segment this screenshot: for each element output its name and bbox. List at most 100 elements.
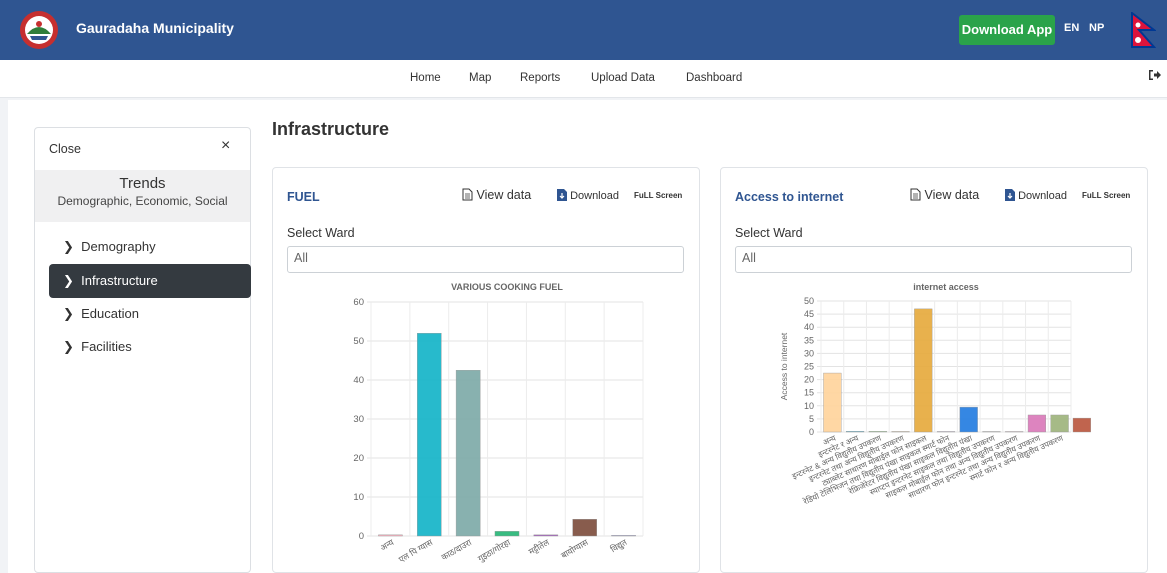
bar (494, 531, 520, 537)
download-button[interactable]: Download (1005, 189, 1067, 202)
download-label: Download (570, 190, 619, 202)
y-tick-label: 30 (804, 348, 814, 358)
select-ward-input[interactable]: All (287, 246, 684, 273)
bar (823, 372, 842, 433)
x-tick-label: विद्युत (609, 537, 629, 555)
sidebar-item-demography[interactable]: ❯ Demography (49, 230, 251, 264)
document-icon (910, 188, 921, 201)
sidebar-item-education[interactable]: ❯ Education (49, 297, 251, 331)
y-tick-label: 25 (804, 362, 814, 372)
sidebar-close-label[interactable]: Close (49, 142, 81, 156)
y-tick-label: 30 (353, 414, 364, 425)
nepal-flag-icon (1131, 12, 1156, 48)
chevron-right-icon: ❯ (63, 273, 74, 288)
bar (959, 406, 978, 433)
select-ward-input[interactable]: All (735, 246, 1132, 273)
sidebar-item-facilities[interactable]: ❯ Facilities (49, 330, 251, 364)
lang-np-button[interactable]: NP (1089, 22, 1104, 34)
logout-icon[interactable] (1148, 68, 1162, 82)
bar (1005, 431, 1024, 433)
full-screen-button[interactable]: FuLL Screen (634, 191, 682, 200)
chevron-right-icon: ❯ (63, 339, 74, 354)
municipality-logo-icon (20, 11, 58, 49)
y-tick-label: 40 (353, 375, 364, 386)
main-nav: Home Map Reports Upload Data Dashboard (0, 60, 1167, 98)
bar (846, 431, 865, 433)
download-app-button[interactable]: Download App (959, 15, 1055, 45)
card-title: Access to internet (735, 190, 844, 204)
file-download-icon (557, 189, 567, 201)
select-ward-label: Select Ward (287, 226, 355, 240)
chevron-right-icon: ❯ (63, 239, 74, 254)
bar (1027, 414, 1046, 433)
bar (982, 431, 1001, 433)
full-screen-button[interactable]: FuLL Screen (1082, 191, 1130, 200)
bar (378, 534, 403, 537)
sidebar-header: Trends Demographic, Economic, Social (35, 170, 250, 222)
x-tick-label: एल पि ग्यास (397, 537, 435, 565)
app-title: Gauradaha Municipality (76, 20, 234, 36)
view-data-button[interactable]: View data (462, 188, 531, 202)
y-tick-label: 60 (353, 297, 364, 308)
x-tick-label: काठ/दाउरा (439, 537, 473, 563)
bar (455, 370, 481, 537)
sidebar-item-label: Infrastructure (81, 273, 158, 288)
chevron-right-icon: ❯ (63, 306, 74, 321)
sidebar-item-label: Education (81, 306, 139, 321)
fuel-chart: VARIOUS COOKING FUEL 0 10 20 30 40 50 60 अन्य एल … (353, 282, 644, 565)
bar (572, 519, 597, 537)
view-data-button[interactable]: View data (910, 188, 979, 202)
bar (891, 431, 910, 433)
bar (417, 333, 442, 537)
bar (611, 535, 636, 537)
x-tick-label: गुइठा/गोरहा (476, 537, 513, 565)
y-tick-label: 0 (359, 531, 364, 542)
y-tick-label: 5 (809, 414, 814, 424)
y-tick-label: 45 (804, 309, 814, 319)
nav-home[interactable]: Home (410, 72, 441, 84)
card-title: FUEL (287, 190, 320, 204)
y-tick-label: 15 (804, 388, 814, 398)
x-tick-label: मट्टीतेल (527, 537, 551, 557)
fuel-card: FUEL View data Download FuLL Screen Sele… (272, 167, 700, 573)
sidebar-item-label: Demography (81, 239, 156, 254)
chart-title: VARIOUS COOKING FUEL (451, 282, 563, 292)
chart-title: internet access (913, 282, 979, 292)
x-tick-label: अन्य (378, 537, 396, 553)
nav-dashboard[interactable]: Dashboard (686, 72, 742, 84)
nav-reports[interactable]: Reports (520, 72, 560, 84)
bar (533, 534, 559, 537)
view-data-label: View data (924, 188, 980, 202)
sidebar-subtitle: Demographic, Economic, Social (57, 194, 228, 208)
internet-chart: internet access Access to internet 0 5 10 15 2… (779, 282, 1091, 508)
nav-upload-data[interactable]: Upload Data (591, 72, 655, 84)
y-tick-label: 0 (809, 427, 814, 437)
internet-card: Access to internet View data Download Fu… (720, 167, 1148, 573)
y-axis-label: Access to internet (779, 332, 789, 400)
close-icon[interactable]: × (221, 137, 230, 155)
y-tick-label: 10 (353, 492, 364, 503)
sidebar-item-label: Facilities (81, 339, 132, 354)
file-download-icon (1005, 189, 1015, 201)
sidebar-item-infrastructure[interactable]: ❯ Infrastructure (49, 264, 251, 298)
select-ward-label: Select Ward (735, 226, 803, 240)
sidebar-title: Trends (119, 175, 166, 192)
y-tick-label: 50 (804, 296, 814, 306)
bar (868, 431, 887, 433)
download-button[interactable]: Download (557, 189, 619, 202)
lang-en-button[interactable]: EN (1064, 22, 1079, 34)
y-tick-label: 50 (353, 336, 364, 347)
bar (936, 431, 956, 433)
bar (1072, 417, 1091, 433)
bar (914, 308, 933, 433)
y-tick-label: 40 (804, 322, 814, 332)
document-icon (462, 188, 473, 201)
nav-map[interactable]: Map (469, 72, 491, 84)
y-tick-label: 10 (804, 401, 814, 411)
bar (1050, 414, 1069, 433)
top-header: Gauradaha Municipality Download App EN N… (0, 0, 1167, 60)
y-tick-label: 20 (353, 453, 364, 464)
download-label: Download (1018, 190, 1067, 202)
page-title: Infrastructure (272, 119, 390, 139)
y-tick-label: 35 (804, 335, 814, 345)
